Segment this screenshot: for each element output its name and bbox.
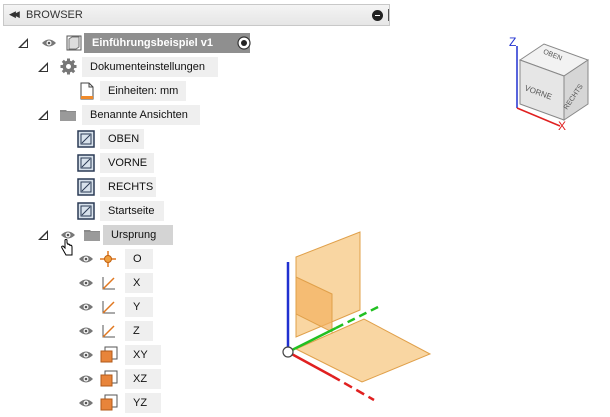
tree-item-axis-z[interactable]: Z xyxy=(0,321,200,341)
expand-triangle-icon[interactable] xyxy=(18,38,28,48)
view-label-vorne[interactable]: VORNE xyxy=(100,153,154,173)
origin-planes-viewport[interactable] xyxy=(270,220,450,410)
root-component-label[interactable]: Einführungsbeispiel v1 xyxy=(84,33,250,53)
view-label-rechts[interactable]: RECHTS xyxy=(100,177,156,197)
eye-icon[interactable] xyxy=(78,254,94,264)
eye-icon[interactable] xyxy=(41,38,57,48)
units-label[interactable]: Einheiten: mm xyxy=(100,81,186,101)
axis-icon xyxy=(102,301,115,314)
named-views-label[interactable]: Benannte Ansichten xyxy=(82,105,200,125)
view-label-oben[interactable]: OBEN xyxy=(100,129,144,149)
panel-divider-icon[interactable] xyxy=(388,9,391,21)
axis-x-letter: X xyxy=(558,119,566,133)
tree-item-origin-point[interactable]: O xyxy=(0,249,200,269)
tree-root-row[interactable]: Einführungsbeispiel v1 xyxy=(0,33,300,53)
tree-item-axis-y[interactable]: Y xyxy=(0,297,200,317)
view-icon xyxy=(77,154,95,172)
view-icon xyxy=(77,202,95,220)
eye-icon[interactable] xyxy=(78,350,94,360)
origin-point[interactable] xyxy=(282,346,294,358)
tree-item-plane-yz[interactable]: YZ xyxy=(0,393,200,413)
folder-icon xyxy=(84,230,100,241)
origin-label[interactable]: Ursprung xyxy=(103,225,173,245)
document-icon xyxy=(80,82,94,100)
eye-icon[interactable] xyxy=(78,278,94,288)
plane-yz-label[interactable]: YZ xyxy=(125,393,161,413)
tree-item-view-oben[interactable]: OBEN xyxy=(0,129,200,149)
view-icon xyxy=(77,130,95,148)
origin-point-label[interactable]: O xyxy=(125,249,153,269)
plane-icon xyxy=(100,394,118,411)
tree-item-view-startseite[interactable]: Startseite xyxy=(0,201,200,221)
pin-icon[interactable] xyxy=(372,10,383,21)
eye-icon[interactable] xyxy=(78,326,94,336)
double-left-arrow-icon[interactable]: ◀◀ xyxy=(9,9,20,20)
plane-icon xyxy=(100,346,118,363)
axis-z-label[interactable]: Z xyxy=(125,321,153,341)
expand-triangle-icon[interactable] xyxy=(38,110,48,120)
view-label-startseite[interactable]: Startseite xyxy=(100,201,164,221)
browser-header: ◀◀ BROWSER xyxy=(3,4,390,26)
tree-item-plane-xy[interactable]: XY xyxy=(0,345,200,365)
component-icon xyxy=(66,35,82,51)
tree-item-axis-x[interactable]: X xyxy=(0,273,200,293)
view-cube[interactable]: Z X OBEN VORNE RECHTS xyxy=(500,30,600,135)
axis-icon xyxy=(102,325,115,338)
document-settings-label[interactable]: Dokumenteinstellungen xyxy=(82,57,218,77)
eye-icon[interactable] xyxy=(78,374,94,384)
view-icon xyxy=(77,178,95,196)
tree-item-units[interactable]: Einheiten: mm xyxy=(0,81,260,101)
tree-item-view-vorne[interactable]: VORNE xyxy=(0,153,200,173)
plane-icon xyxy=(100,370,118,387)
gear-icon xyxy=(60,58,77,75)
expand-triangle-icon[interactable] xyxy=(38,62,48,72)
eye-icon[interactable] xyxy=(78,398,94,408)
tree-item-document-settings[interactable]: Dokumenteinstellungen xyxy=(0,57,260,77)
tree-item-named-views[interactable]: Benannte Ansichten xyxy=(0,105,260,125)
tree-item-plane-xz[interactable]: XZ xyxy=(0,369,200,389)
origin-point-icon xyxy=(100,251,116,267)
folder-icon xyxy=(60,110,76,121)
plane-xy-label[interactable]: XY xyxy=(125,345,161,365)
eye-icon[interactable] xyxy=(78,302,94,312)
axis-icon xyxy=(102,277,115,290)
axis-y-label[interactable]: Y xyxy=(125,297,153,317)
browser-title: BROWSER xyxy=(26,9,83,21)
expand-triangle-icon[interactable] xyxy=(38,230,48,240)
plane-xz-label[interactable]: XZ xyxy=(125,369,161,389)
axis-x-label[interactable]: X xyxy=(125,273,153,293)
tree-item-origin[interactable]: Ursprung xyxy=(0,225,260,256)
tree-item-view-rechts[interactable]: RECHTS xyxy=(0,177,200,197)
axis-z-letter: Z xyxy=(509,35,516,49)
radio-active-icon[interactable] xyxy=(237,36,251,50)
